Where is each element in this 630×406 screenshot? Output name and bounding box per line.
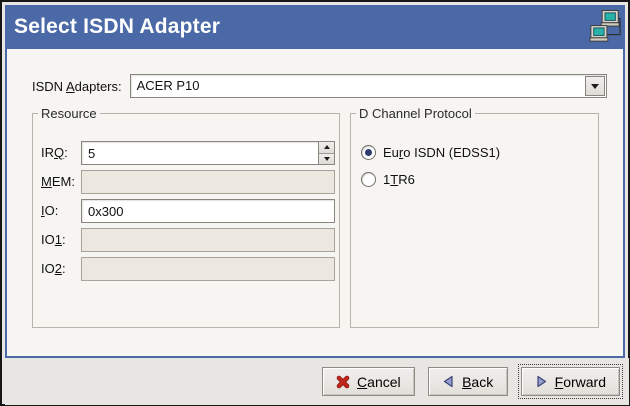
forward-label: Forward [555,374,606,390]
irq-label: IRQ: [41,141,68,165]
combobox-dropdown-button[interactable] [585,76,605,96]
radio-1tr6[interactable]: 1TR6 [361,171,415,187]
d-channel-protocol-frame: D Channel Protocol Euro ISDN (EDSS1) 1TR… [350,106,599,328]
button-bar: Cancel Back Forward [5,358,629,405]
radio-button-icon[interactable] [361,172,376,187]
io2-row: IO2: [33,257,339,281]
isdn-adapters-label: ISDN Adapters: [32,79,122,94]
io2-input [81,257,335,281]
chevron-up-icon [324,145,330,149]
euro-isdn-label: Euro ISDN (EDSS1) [383,145,500,160]
cancel-button[interactable]: Cancel [322,367,415,396]
1tr6-label: 1TR6 [383,172,415,187]
back-button[interactable]: Back [428,367,508,396]
combobox-value: ACER P10 [137,75,200,97]
chevron-down-icon [324,157,330,161]
arrow-right-icon [535,375,548,388]
chevron-down-icon [591,84,599,89]
title-bar: Select ISDN Adapter [5,5,625,49]
spin-down-button[interactable] [319,153,334,165]
io1-label: IO1: [41,228,66,252]
mem-input [81,170,335,194]
forward-button[interactable]: Forward [521,367,620,396]
radio-euro-isdn[interactable]: Euro ISDN (EDSS1) [361,144,500,160]
io-input[interactable] [81,199,335,223]
cancel-label: Cancel [357,374,401,390]
resource-frame: Resource IRQ: MEM: IO: [32,106,340,328]
spin-up-button[interactable] [319,142,334,153]
radio-button-selected-icon[interactable] [361,145,376,160]
mem-label: MEM: [41,170,75,194]
d-channel-protocol-legend: D Channel Protocol [356,106,475,121]
mem-row: MEM: [33,170,339,194]
red-x-icon [336,375,350,389]
irq-input[interactable] [82,142,318,164]
network-computers-icon [589,8,621,46]
io2-label: IO2: [41,257,66,281]
io1-row: IO1: [33,228,339,252]
dialog-title: Select ISDN Adapter [5,15,220,39]
io1-input [81,228,335,252]
io-row: IO: [33,199,339,223]
back-label: Back [462,374,493,390]
adapter-row: ISDN Adapters: ACER P10 [32,74,607,98]
irq-spinbutton [81,141,335,165]
dialog-window: Select ISDN Adapter ISDN Adapters: ACER … [0,0,630,406]
irq-row: IRQ: [33,141,339,165]
isdn-adapter-combobox[interactable]: ACER P10 [130,74,607,98]
irq-spin-buttons [318,142,334,164]
arrow-left-icon [442,375,455,388]
resource-legend: Resource [38,106,100,121]
io-label: IO: [41,199,58,223]
dialog-content: ISDN Adapters: ACER P10 Resource IRQ: [5,49,625,358]
